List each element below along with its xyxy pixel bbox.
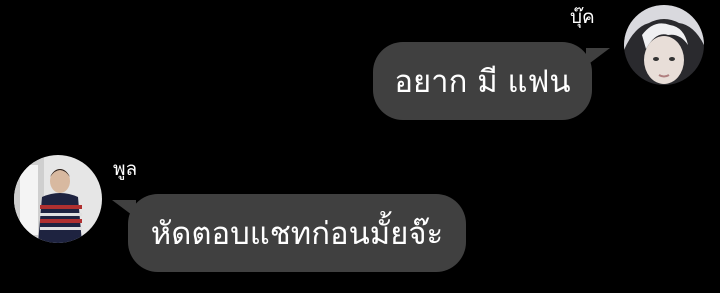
message-bubble-right[interactable]: อยาก มี แฟน: [373, 42, 592, 120]
bubble-tail-right: [586, 48, 610, 66]
sender-name-left: พูล: [113, 158, 138, 180]
sender-avatar-right[interactable]: [624, 5, 704, 85]
sender-avatar-left[interactable]: [14, 155, 102, 243]
profile-photo-light-hair-icon: [624, 5, 704, 85]
chat-thread: บุ๊ค อยาก มี แฟน พูล หัดตอบแชทก่อนมั้ยจ๊…: [0, 0, 720, 293]
message-bubble-left[interactable]: หัดตอบแชทก่อนมั้ยจ๊ะ: [128, 194, 466, 272]
profile-photo-striped-sweater-icon: [14, 155, 102, 243]
sender-name-right: บุ๊ค: [570, 6, 595, 28]
message-text-left: หัดตอบแชทก่อนมั้ยจ๊ะ: [150, 216, 444, 252]
bubble-tail-left: [112, 200, 136, 218]
message-text-right: อยาก มี แฟน: [394, 64, 571, 100]
